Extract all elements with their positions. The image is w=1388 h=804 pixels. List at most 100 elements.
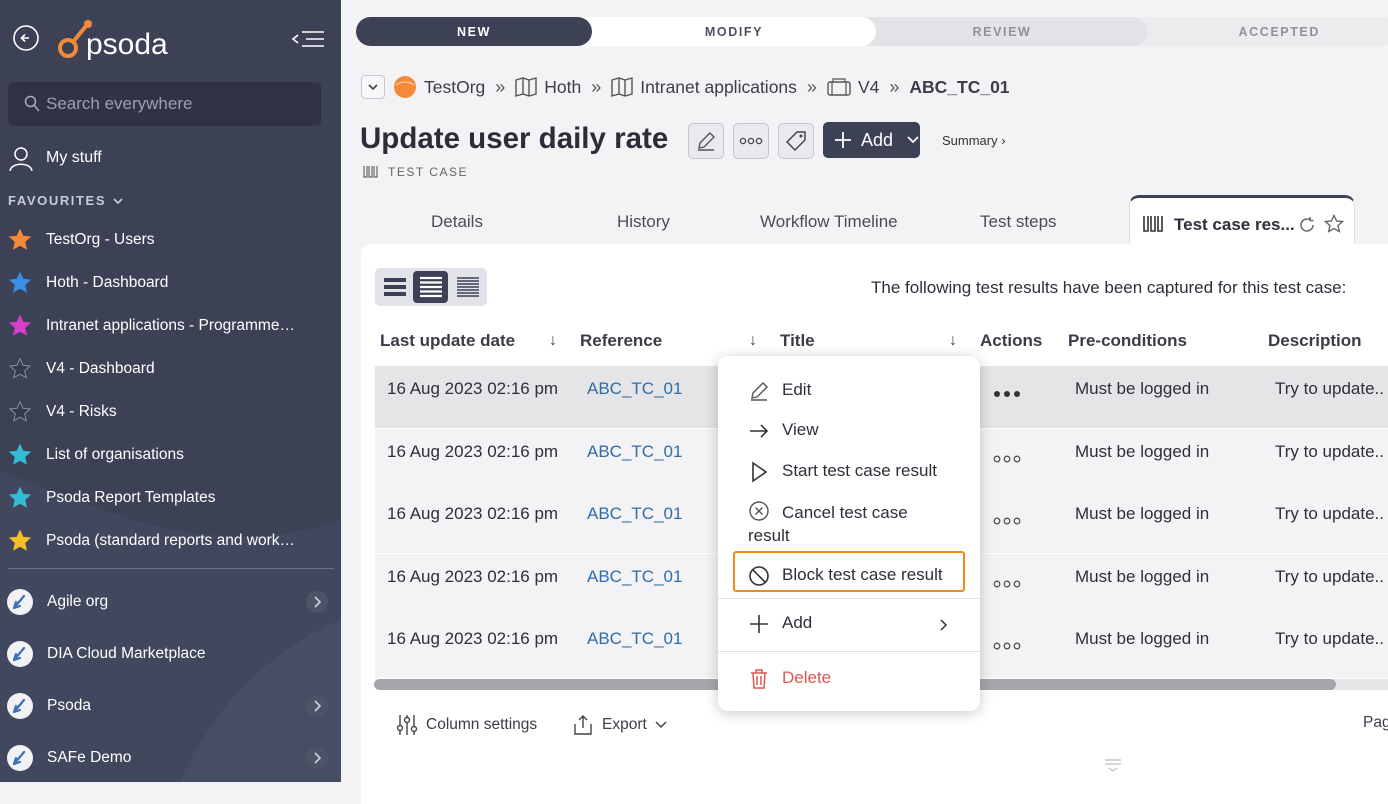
- breadcrumb-item-v4[interactable]: V4: [858, 77, 879, 98]
- tag-button[interactable]: [778, 123, 814, 159]
- view-normal-icon[interactable]: [413, 271, 448, 303]
- summary-link[interactable]: Summary ›: [942, 133, 1006, 148]
- workflow-stage-review[interactable]: REVIEW: [856, 17, 1148, 46]
- favourite-item[interactable]: Psoda Report Templates: [8, 476, 328, 519]
- breadcrumb-item-intranet[interactable]: Intranet applications: [640, 77, 797, 98]
- resize-handle-icon[interactable]: [1104, 758, 1122, 772]
- expand-chevron-icon[interactable]: [306, 747, 328, 769]
- cancel-circle-icon: [749, 501, 769, 521]
- row-reference-link[interactable]: ABC_TC_01: [587, 379, 682, 399]
- play-icon: [752, 461, 768, 483]
- pencil-icon: [751, 382, 768, 401]
- star-icon: [8, 400, 32, 422]
- breadcrumb-item-testorg[interactable]: TestOrg: [424, 77, 485, 98]
- organisation-item[interactable]: Psoda: [6, 680, 332, 732]
- star-icon[interactable]: [1324, 214, 1344, 234]
- favourite-item[interactable]: Intranet applications - Programme…: [8, 304, 328, 347]
- view-comfortable-icon[interactable]: [377, 271, 412, 303]
- organisation-item[interactable]: SAFe Demo: [6, 732, 332, 782]
- row-reference-link[interactable]: ABC_TC_01: [587, 629, 682, 649]
- chevron-down-icon: [907, 136, 919, 144]
- menu-item-block-test-case-result[interactable]: Block test case result: [748, 565, 943, 587]
- column-pre-conditions[interactable]: Pre-conditions: [1068, 331, 1187, 351]
- row-description: Try to update..: [1275, 629, 1384, 648]
- collapse-sidebar-icon[interactable]: [290, 26, 326, 52]
- search-input[interactable]: [46, 92, 306, 116]
- sort-arrow-icon[interactable]: ↓: [749, 332, 757, 350]
- column-last-update-date[interactable]: Last update date: [380, 331, 515, 351]
- row-actions-icon[interactable]: [993, 390, 1021, 398]
- row-reference-link[interactable]: ABC_TC_01: [587, 567, 682, 587]
- sidebar-divider: [8, 568, 334, 569]
- favourite-item[interactable]: Psoda (standard reports and work…: [8, 519, 328, 562]
- pencil-icon: [698, 132, 715, 151]
- workflow-stage-accepted[interactable]: ACCEPTED: [1126, 17, 1388, 46]
- breadcrumb-item-hoth[interactable]: Hoth: [544, 77, 581, 98]
- tab-workflow-timeline[interactable]: Workflow Timeline: [760, 212, 898, 232]
- organisation-item[interactable]: DIA Cloud Marketplace: [6, 628, 332, 680]
- menu-item-add[interactable]: Add: [748, 613, 958, 635]
- back-icon[interactable]: [12, 24, 40, 52]
- workflow-stage-new[interactable]: NEW: [356, 17, 592, 46]
- project-icon: [827, 78, 851, 96]
- star-icon: [8, 357, 32, 379]
- row-description: Try to update..: [1275, 504, 1384, 523]
- row-pre-conditions: Must be logged in: [1075, 442, 1210, 461]
- row-actions-icon[interactable]: [993, 455, 1021, 463]
- row-reference-link[interactable]: ABC_TC_01: [587, 442, 682, 462]
- row-actions-icon[interactable]: [993, 517, 1021, 525]
- add-button[interactable]: Add: [823, 122, 920, 158]
- row-reference-link[interactable]: ABC_TC_01: [587, 504, 682, 524]
- row-actions-icon[interactable]: [993, 642, 1021, 650]
- row-pre-conditions: Must be logged in: [1075, 504, 1210, 523]
- favourite-item[interactable]: List of organisations: [8, 433, 328, 476]
- star-icon: [8, 443, 32, 465]
- organisation-label: Agile org: [47, 593, 109, 610]
- edit-button[interactable]: [688, 123, 724, 159]
- favourites-heading[interactable]: FAVOURITES: [8, 193, 124, 208]
- row-date: 16 Aug 2023 02:16 pm: [387, 442, 559, 461]
- favourite-label: Psoda (standard reports and work…: [46, 531, 295, 549]
- more-options-button[interactable]: [733, 123, 769, 159]
- sort-arrow-icon[interactable]: ↓: [549, 332, 557, 350]
- psoda-logo[interactable]: psoda: [56, 16, 186, 62]
- search-box[interactable]: [8, 82, 321, 126]
- page-title: Update user daily rate: [360, 122, 669, 155]
- favourite-item[interactable]: TestOrg - Users: [8, 218, 328, 261]
- favourite-item[interactable]: Hoth - Dashboard: [8, 261, 328, 304]
- view-compact-icon[interactable]: [450, 271, 485, 303]
- expand-chevron-icon[interactable]: [306, 591, 328, 613]
- test-case-icon: [363, 166, 378, 178]
- my-stuff-link[interactable]: My stuff: [8, 142, 328, 174]
- menu-item-edit[interactable]: Edit: [748, 380, 811, 402]
- breadcrumb-dropdown[interactable]: [361, 75, 385, 99]
- expand-chevron-icon[interactable]: [306, 695, 328, 717]
- tab-test-case-results[interactable]: Test case res...: [1129, 195, 1355, 245]
- column-settings-label: Column settings: [426, 716, 538, 733]
- menu-item-delete[interactable]: Delete: [748, 668, 831, 690]
- workflow-stage-modify[interactable]: MODIFY: [556, 17, 876, 46]
- export-button[interactable]: Export: [572, 714, 667, 736]
- menu-item-start-test-case-result[interactable]: Start test case result: [748, 461, 937, 483]
- export-label: Export: [602, 716, 647, 733]
- column-settings-button[interactable]: Column settings: [396, 714, 537, 736]
- column-title[interactable]: Title: [780, 331, 815, 351]
- star-icon: [8, 314, 32, 336]
- tab-test-steps[interactable]: Test steps: [980, 212, 1057, 232]
- row-description: Try to update..: [1275, 379, 1384, 398]
- row-description: Try to update..: [1275, 567, 1384, 586]
- menu-item-view[interactable]: View: [748, 420, 819, 442]
- favourite-item[interactable]: V4 - Risks: [8, 390, 328, 433]
- row-actions-icon[interactable]: [993, 580, 1021, 588]
- menu-item-cancel-test-case-result[interactable]: Cancel test case result: [748, 500, 958, 547]
- sliders-icon: [396, 715, 418, 735]
- favourite-item[interactable]: V4 - Dashboard: [8, 347, 328, 390]
- organisation-item[interactable]: Agile org: [6, 576, 332, 628]
- refresh-icon[interactable]: [1298, 216, 1316, 234]
- column-description[interactable]: Description: [1268, 331, 1362, 351]
- tab-details[interactable]: Details: [431, 212, 483, 232]
- sort-arrow-icon[interactable]: ↓: [949, 332, 957, 350]
- tab-history[interactable]: History: [617, 212, 670, 232]
- favourite-label: Intranet applications - Programme…: [46, 316, 295, 334]
- column-reference[interactable]: Reference: [580, 331, 662, 351]
